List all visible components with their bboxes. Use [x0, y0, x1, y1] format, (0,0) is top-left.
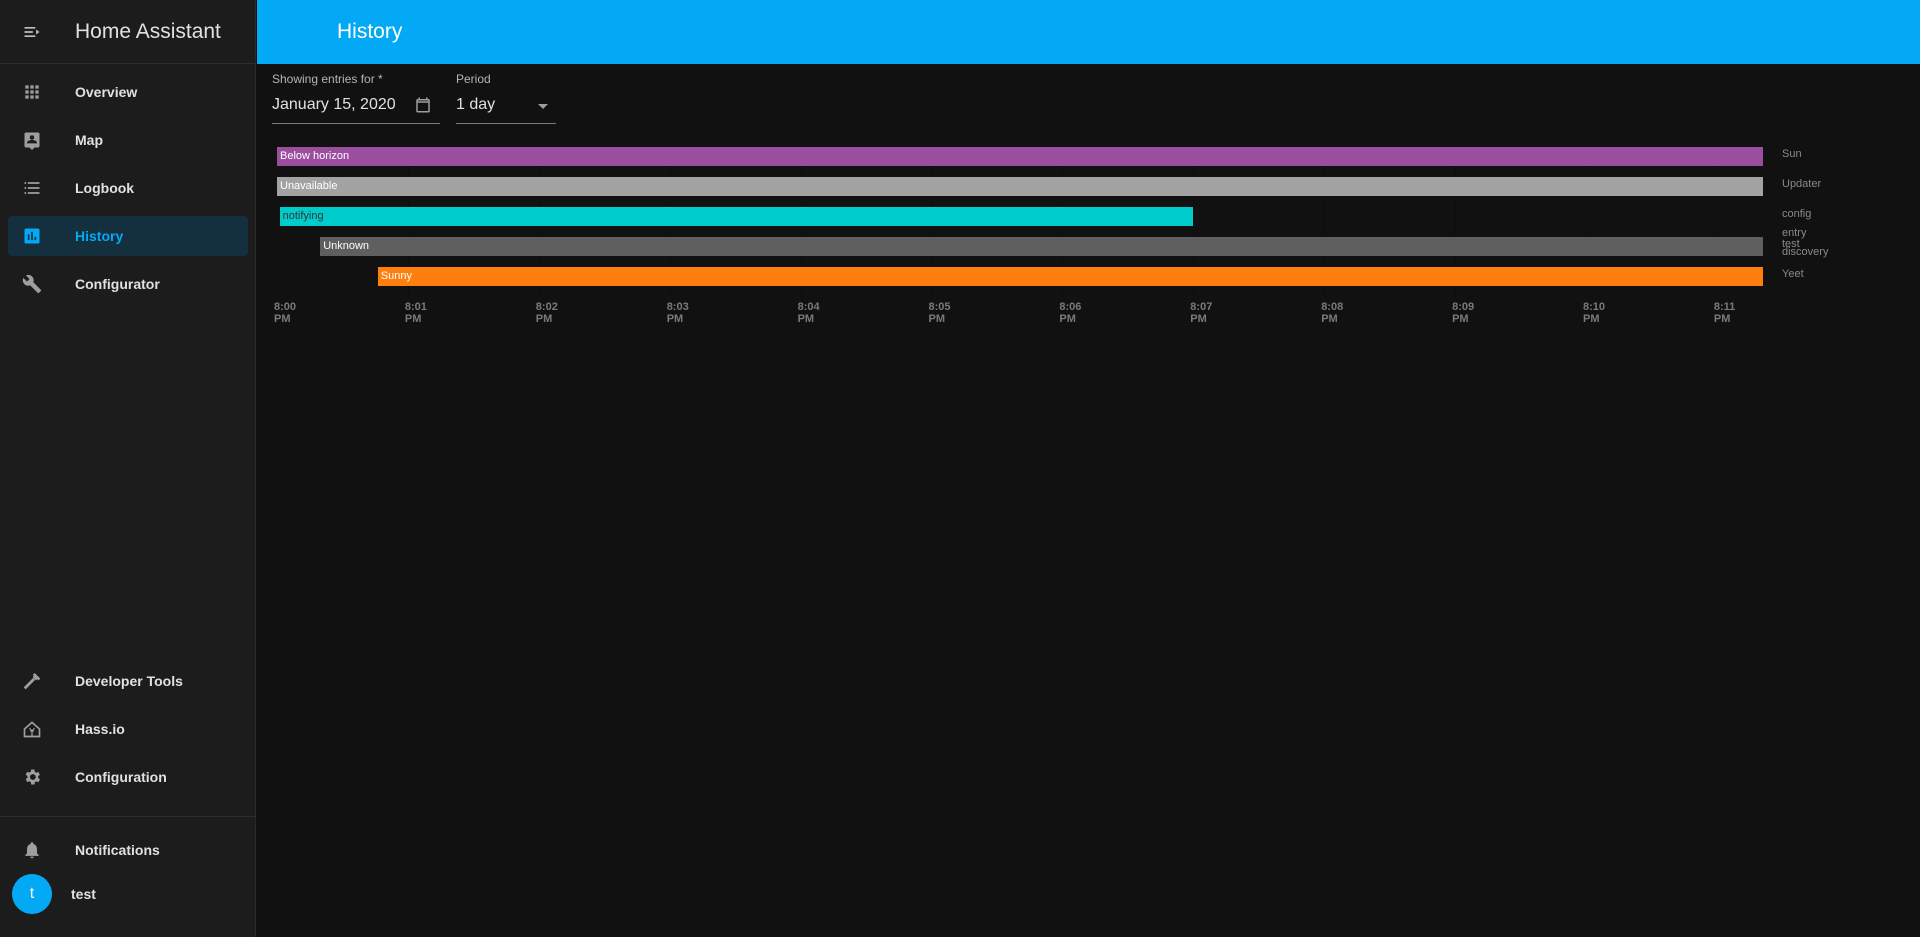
dropdown-arrow-icon: [538, 104, 548, 109]
menu-collapse-icon: [24, 26, 40, 37]
hammer-icon: [12, 661, 52, 701]
history-chart-icon: [12, 216, 52, 256]
x-axis-tick-label: 8:09 PM: [1452, 301, 1475, 325]
x-axis-tick-label: 8:10 PM: [1583, 301, 1606, 325]
timeline-row-label: Updater: [1782, 178, 1822, 190]
sidebar-item-label: Overview: [75, 84, 138, 100]
x-axis-tick-label: 8:02 PM: [535, 301, 558, 325]
date-picker-field[interactable]: Showing entries for * January 15, 2020: [272, 72, 440, 124]
user-name: test: [71, 886, 96, 902]
menu-toggle-button[interactable]: [0, 0, 64, 64]
sidebar-item-label: History: [75, 228, 124, 244]
top-app-bar: History: [257, 0, 1920, 64]
page-title: History: [337, 20, 403, 43]
avatar: t: [12, 874, 52, 914]
sidebar: Home Assistant Overview Map Logbook Hist…: [0, 0, 256, 937]
sidebar-item-user[interactable]: t test: [8, 874, 248, 914]
sidebar-item-label: Map: [75, 132, 103, 148]
sidebar-item-developer-tools[interactable]: Developer Tools: [8, 661, 248, 701]
map-icon: [12, 120, 52, 160]
home-assistant-icon: [12, 709, 52, 749]
timeline-bar[interactable]: Unknown: [320, 237, 1763, 256]
timeline-bar[interactable]: Unavailable: [277, 177, 1763, 196]
sidebar-header: Home Assistant: [0, 0, 255, 64]
sidebar-divider: [0, 816, 256, 817]
x-axis-tick-label: 8:00 PM: [274, 301, 297, 325]
sidebar-item-logbook[interactable]: Logbook: [8, 168, 248, 208]
timeline-bar[interactable]: Sunny: [377, 267, 1763, 286]
x-axis-tick-label: 8:07 PM: [1190, 301, 1213, 325]
sidebar-item-configurator[interactable]: Configurator: [8, 264, 248, 304]
date-field-label: Showing entries for *: [272, 72, 383, 86]
timeline-row-label: test: [1782, 238, 1800, 250]
date-field-underline: [272, 123, 440, 124]
sidebar-item-label: Logbook: [75, 180, 135, 196]
sidebar-item-history[interactable]: History: [8, 216, 248, 256]
timeline-row-label: Yeet: [1782, 268, 1804, 280]
x-axis-tick-label: 8:04 PM: [797, 301, 820, 325]
sidebar-item-notifications[interactable]: Notifications: [8, 830, 248, 870]
sidebar-item-label: Notifications: [75, 842, 160, 858]
x-axis-tick-label: 8:01 PM: [404, 301, 427, 325]
bell-icon: [12, 830, 52, 870]
x-axis-tick-label: 8:05 PM: [928, 301, 951, 325]
timeline-bar[interactable]: Below horizon: [277, 147, 1763, 166]
sidebar-item-overview[interactable]: Overview: [8, 72, 248, 112]
sidebar-item-map[interactable]: Map: [8, 120, 248, 160]
x-axis-tick-label: 8:06 PM: [1059, 301, 1082, 325]
logbook-icon: [12, 168, 52, 208]
period-field-label: Period: [456, 72, 491, 86]
sidebar-item-hassio[interactable]: Hass.io: [8, 709, 248, 749]
sidebar-item-label: Hass.io: [75, 721, 125, 737]
x-axis-tick-label: 8:03 PM: [666, 301, 689, 325]
sidebar-item-label: Developer Tools: [75, 673, 183, 689]
sidebar-item-configuration[interactable]: Configuration: [8, 757, 248, 797]
grid-icon: [12, 72, 52, 112]
period-select[interactable]: Period 1 day: [456, 72, 556, 124]
app-title: Home Assistant: [75, 19, 221, 43]
sidebar-item-label: Configuration: [75, 769, 167, 785]
gear-icon: [12, 757, 52, 797]
x-axis-tick-label: 8:11 PM: [1713, 301, 1736, 325]
period-field-underline: [456, 123, 556, 124]
timeline-bar[interactable]: notifying: [279, 207, 1194, 226]
calendar-icon[interactable]: [414, 96, 432, 119]
x-axis-tick-label: 8:08 PM: [1321, 301, 1344, 325]
sidebar-item-label: Configurator: [75, 276, 160, 292]
timeline-row-label: Sun: [1782, 148, 1802, 160]
wrench-icon: [12, 264, 52, 304]
